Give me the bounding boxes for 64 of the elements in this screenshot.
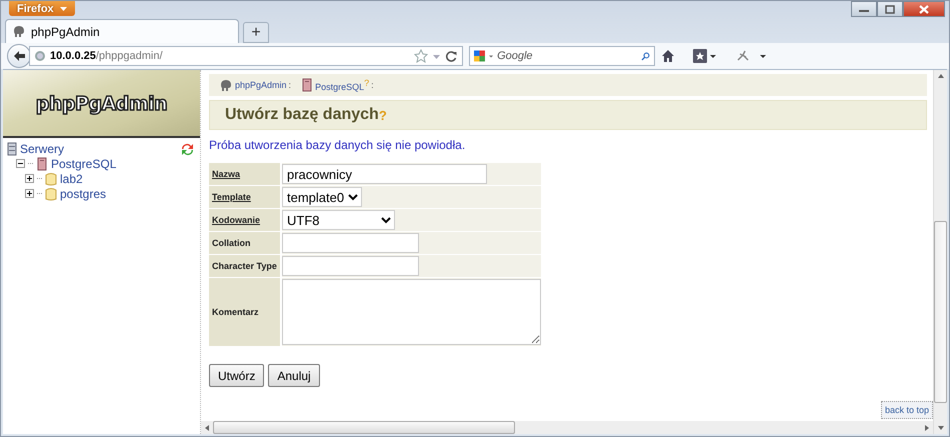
back-arrow-icon bbox=[13, 50, 25, 62]
home-icon bbox=[661, 49, 675, 63]
scroll-right-icon bbox=[925, 424, 929, 430]
tree-item[interactable]: Serwery bbox=[20, 142, 64, 156]
minus-icon bbox=[18, 161, 23, 166]
servers-icon bbox=[7, 142, 17, 156]
addon-icon bbox=[736, 50, 750, 62]
search-engine-icon bbox=[474, 48, 485, 64]
bookmarks-button[interactable] bbox=[693, 49, 716, 63]
scroll-left-icon bbox=[205, 424, 209, 430]
server-icon bbox=[36, 156, 48, 170]
scroll-up-icon bbox=[938, 74, 944, 78]
url-text: 10.0.0.25/phppgadmin/ bbox=[50, 50, 163, 62]
field-label: Character Type bbox=[212, 261, 277, 271]
caret-icon bbox=[488, 54, 494, 58]
breadcrumb-separator: : bbox=[288, 80, 292, 90]
maximize-button[interactable] bbox=[877, 1, 903, 17]
database-icon bbox=[45, 186, 57, 200]
breadcrumb-separator: : bbox=[371, 80, 374, 90]
tree-item[interactable]: lab2 bbox=[60, 172, 83, 186]
field-label[interactable]: Nazwa bbox=[212, 169, 240, 179]
close-button[interactable] bbox=[903, 1, 945, 17]
menu-caret-icon bbox=[760, 54, 766, 58]
star-icon bbox=[414, 49, 428, 63]
address-bar[interactable]: 10.0.0.25/phppgadmin/ bbox=[29, 46, 463, 66]
expand-toggle[interactable] bbox=[25, 174, 34, 183]
bookmark-star-icon bbox=[693, 49, 707, 63]
maximize-icon bbox=[885, 4, 895, 14]
search-box[interactable]: Google bbox=[469, 46, 655, 66]
create-button[interactable]: Utwórz bbox=[209, 364, 264, 387]
close-icon bbox=[919, 4, 929, 14]
caret-icon bbox=[432, 52, 441, 60]
comment-field[interactable] bbox=[282, 279, 541, 345]
text-field[interactable]: pracownicy bbox=[282, 164, 487, 184]
server-icon bbox=[301, 78, 314, 92]
refresh-icon bbox=[180, 142, 195, 157]
vertical-scrollbar[interactable] bbox=[933, 70, 947, 434]
field-label: Collation bbox=[212, 238, 250, 248]
caret-icon bbox=[60, 6, 67, 10]
dropdown[interactable]: template0 bbox=[282, 187, 362, 207]
caret-icon bbox=[710, 54, 716, 58]
error-message: Próba utworzenia bazy danych się nie powiodła. bbox=[209, 138, 466, 154]
new-tab-button[interactable]: + bbox=[243, 22, 269, 43]
expand-toggle[interactable] bbox=[25, 189, 34, 198]
dropdown[interactable]: UTF8 bbox=[282, 210, 395, 230]
breadcrumb-link[interactable]: phpPgAdmin bbox=[235, 80, 287, 90]
back-to-top-link[interactable]: back to top bbox=[880, 401, 933, 419]
reload-icon bbox=[445, 50, 458, 62]
horizontal-scrollbar[interactable] bbox=[201, 421, 933, 434]
plus-icon bbox=[27, 191, 32, 196]
browser-tab[interactable]: phpPgAdmin bbox=[5, 19, 239, 43]
cancel-button[interactable]: Anuluj bbox=[268, 364, 320, 387]
plus-icon bbox=[27, 176, 32, 181]
minimize-button[interactable] bbox=[851, 1, 877, 17]
scroll-down-icon bbox=[938, 426, 944, 430]
collapse-toggle[interactable] bbox=[16, 159, 25, 168]
database-icon bbox=[45, 172, 57, 186]
text-field[interactable] bbox=[282, 256, 419, 276]
back-button[interactable] bbox=[7, 44, 31, 68]
tree-item[interactable]: postgres bbox=[60, 186, 106, 200]
search-icon bbox=[641, 50, 650, 62]
field-label: Komentarz bbox=[212, 307, 259, 317]
text-field[interactable] bbox=[282, 233, 419, 253]
tree-item[interactable]: PostgreSQL bbox=[51, 156, 116, 170]
